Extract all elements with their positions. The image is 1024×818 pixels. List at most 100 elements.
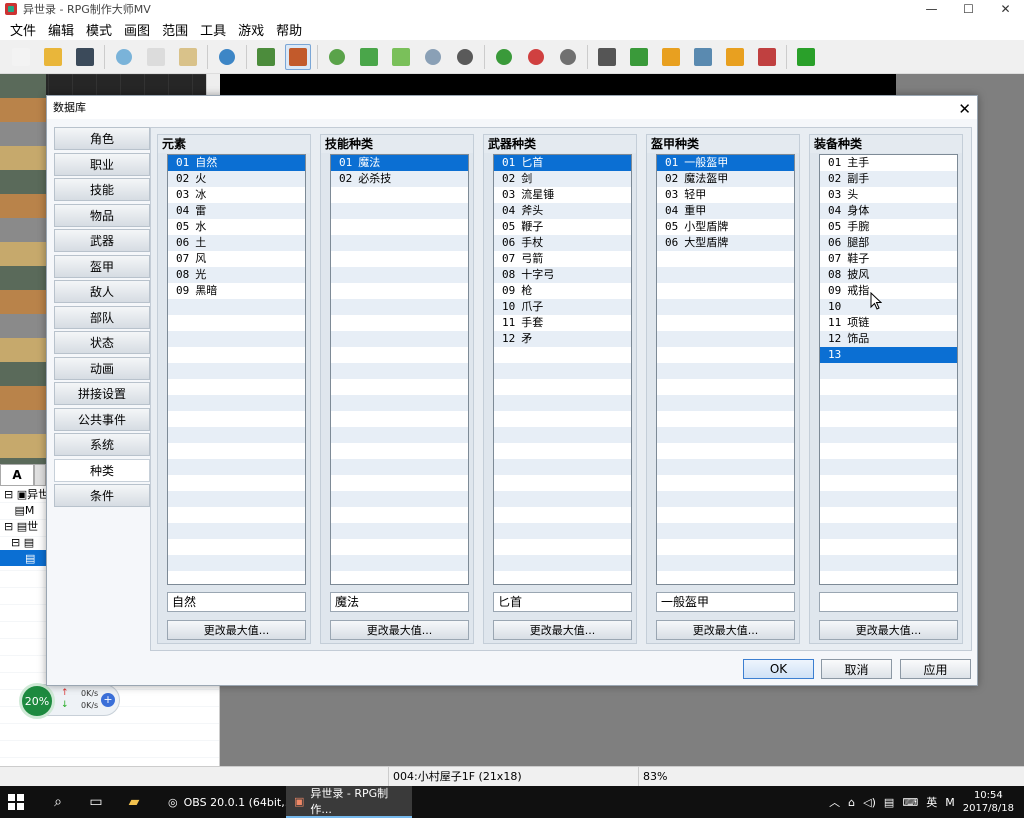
playtest-button[interactable] — [793, 44, 819, 70]
dialog-close-icon[interactable]: ✕ — [958, 98, 971, 121]
plugin-button[interactable] — [626, 44, 652, 70]
name-input[interactable]: 自然 — [167, 592, 306, 612]
type-list[interactable]: 01 主手 02 副手 03 头 04 身体 05 手腕 06 腿部 07 鞋子 08 披风 09 戒指 10 11 项… — [819, 154, 958, 585]
type-list[interactable]: 01 自然 02 火 03 冰 04 雷 05 水 06 土 07 风 08 光 09 黑暗 — [167, 154, 306, 585]
nav-item[interactable]: 技能 — [54, 178, 150, 201]
undo-button[interactable] — [214, 44, 240, 70]
nav-item[interactable]: 部队 — [54, 305, 150, 329]
list-item[interactable]: 04 斧头 — [494, 203, 631, 219]
list-item[interactable]: 07 鞋子 — [820, 251, 957, 267]
name-input[interactable]: 魔法 — [330, 592, 469, 612]
change-maximum-button[interactable]: 更改最大值... — [493, 620, 632, 640]
paste-button[interactable] — [175, 44, 201, 70]
volume-icon[interactable]: ◁) — [863, 796, 876, 809]
list-item[interactable]: 02 副手 — [820, 171, 957, 187]
change-maximum-button[interactable]: 更改最大值... — [330, 620, 469, 640]
list-item[interactable]: 09 戒指 — [820, 283, 957, 299]
event-search-button[interactable] — [690, 44, 716, 70]
tileset-tab-b[interactable] — [34, 464, 46, 486]
list-item[interactable]: 04 雷 — [168, 203, 305, 219]
ime-mode-indicator[interactable]: M — [945, 796, 955, 809]
nav-item[interactable]: 条件 — [54, 484, 150, 507]
task-view-icon[interactable]: ▭ — [86, 792, 106, 812]
copy-button[interactable] — [143, 44, 169, 70]
list-item[interactable]: 04 重甲 — [657, 203, 794, 219]
list-item[interactable]: 05 小型盾牌 — [657, 219, 794, 235]
nav-item[interactable]: 系统 — [54, 433, 150, 456]
fill-button[interactable] — [420, 44, 446, 70]
list-item[interactable]: 01 自然 — [168, 155, 305, 171]
list-item[interactable]: 06 腿部 — [820, 235, 957, 251]
tileset-tab-a[interactable]: A — [0, 464, 34, 486]
map-mode-button[interactable] — [253, 44, 279, 70]
map-canvas-top[interactable] — [220, 74, 896, 96]
rectangle-button[interactable] — [356, 44, 382, 70]
notification-icon[interactable]: ▤ — [884, 796, 894, 809]
list-item[interactable]: 03 轻甲 — [657, 187, 794, 203]
nav-item[interactable]: 职业 — [54, 152, 150, 176]
menu-scale[interactable]: 范围 — [156, 20, 194, 39]
network-speed-widget[interactable]: 20% ↑ 0K/s ↓ 0K/s + — [19, 683, 120, 719]
list-item[interactable]: 04 身体 — [820, 203, 957, 219]
save-button[interactable] — [72, 44, 98, 70]
type-list[interactable]: 01 一般盔甲 02 魔法盔甲 03 轻甲 04 重甲 05 小型盾牌 06 大型盾牌 — [656, 154, 795, 585]
cancel-button[interactable]: 取消 — [821, 659, 892, 679]
list-item[interactable]: 12 饰品 — [820, 331, 957, 347]
nav-item[interactable]: 动画 — [54, 356, 150, 380]
cut-button[interactable] — [111, 44, 137, 70]
list-item[interactable]: 05 手腕 — [820, 219, 957, 235]
change-maximum-button[interactable]: 更改最大值... — [167, 620, 306, 640]
windows-start-icon[interactable] — [8, 794, 24, 810]
list-item[interactable]: 09 黑暗 — [168, 283, 305, 299]
open-project-button[interactable] — [40, 44, 66, 70]
ellipse-button[interactable] — [388, 44, 414, 70]
database-button[interactable] — [594, 44, 620, 70]
list-item[interactable]: 05 水 — [168, 219, 305, 235]
taskbar-app-rpgmaker[interactable]: ▣ 异世录 - RPG制作... — [286, 786, 412, 818]
minimize-button[interactable]: — — [913, 0, 950, 18]
nav-item[interactable]: 武器 — [54, 229, 150, 252]
ime-indicator[interactable]: 英 — [926, 794, 937, 810]
zoom-actual-button[interactable] — [555, 44, 581, 70]
list-item[interactable]: 03 头 — [820, 187, 957, 203]
list-item[interactable]: 03 冰 — [168, 187, 305, 203]
tray-chevron-icon[interactable]: ︿ — [829, 794, 840, 810]
file-explorer-icon[interactable]: ▰ — [124, 792, 144, 812]
list-item[interactable]: 12 矛 — [494, 331, 631, 347]
list-item[interactable]: 08 披风 — [820, 267, 957, 283]
list-item[interactable]: 02 剑 — [494, 171, 631, 187]
list-item[interactable]: 09 枪 — [494, 283, 631, 299]
type-list[interactable]: 01 匕首 02 剑 03 流星锤 04 斧头 05 鞭子 06 手杖 07 弓箭 08 十字弓 09 枪 10 爪子… — [493, 154, 632, 585]
event-mode-button[interactable] — [285, 43, 311, 70]
tileset-column[interactable] — [0, 74, 46, 464]
nav-item[interactable]: 公共事件 — [54, 407, 150, 431]
zoom-out-button[interactable] — [523, 44, 549, 70]
list-item[interactable]: 13 — [820, 347, 957, 363]
nav-item[interactable]: 敌人 — [54, 280, 150, 303]
shadow-pen-button[interactable] — [452, 44, 478, 70]
list-item[interactable]: 02 火 — [168, 171, 305, 187]
nav-item[interactable]: 种类 — [54, 458, 150, 482]
taskbar-app-obs[interactable]: ◎ OBS 20.0.1 (64bit,... — [160, 786, 303, 818]
nav-item[interactable]: 盔甲 — [54, 254, 150, 278]
menu-mode[interactable]: 模式 — [80, 20, 118, 39]
list-item[interactable]: 05 鞭子 — [494, 219, 631, 235]
list-item[interactable]: 01 匕首 — [494, 155, 631, 171]
plus-icon[interactable]: + — [101, 693, 115, 707]
type-list[interactable]: 01 魔法 02 必杀技 — [330, 154, 469, 585]
name-input[interactable]: 匕首 — [493, 592, 632, 612]
pencil-button[interactable] — [324, 44, 350, 70]
ok-button[interactable]: OK — [743, 659, 814, 679]
menu-game[interactable]: 游戏 — [232, 20, 270, 39]
list-item[interactable]: 06 土 — [168, 235, 305, 251]
list-item[interactable]: 01 魔法 — [331, 155, 468, 171]
menu-edit[interactable]: 编辑 — [42, 20, 80, 39]
nav-item[interactable]: 状态 — [54, 331, 150, 354]
search-icon[interactable]: ⌕ — [48, 792, 68, 812]
nav-item[interactable]: 拼接设置 — [54, 382, 150, 405]
list-item[interactable]: 02 必杀技 — [331, 171, 468, 187]
list-item[interactable]: 07 弓箭 — [494, 251, 631, 267]
list-item[interactable]: 03 流星锤 — [494, 187, 631, 203]
clock[interactable]: 10:54 2017/8/18 — [963, 789, 1014, 815]
menu-draw[interactable]: 画图 — [118, 20, 156, 39]
